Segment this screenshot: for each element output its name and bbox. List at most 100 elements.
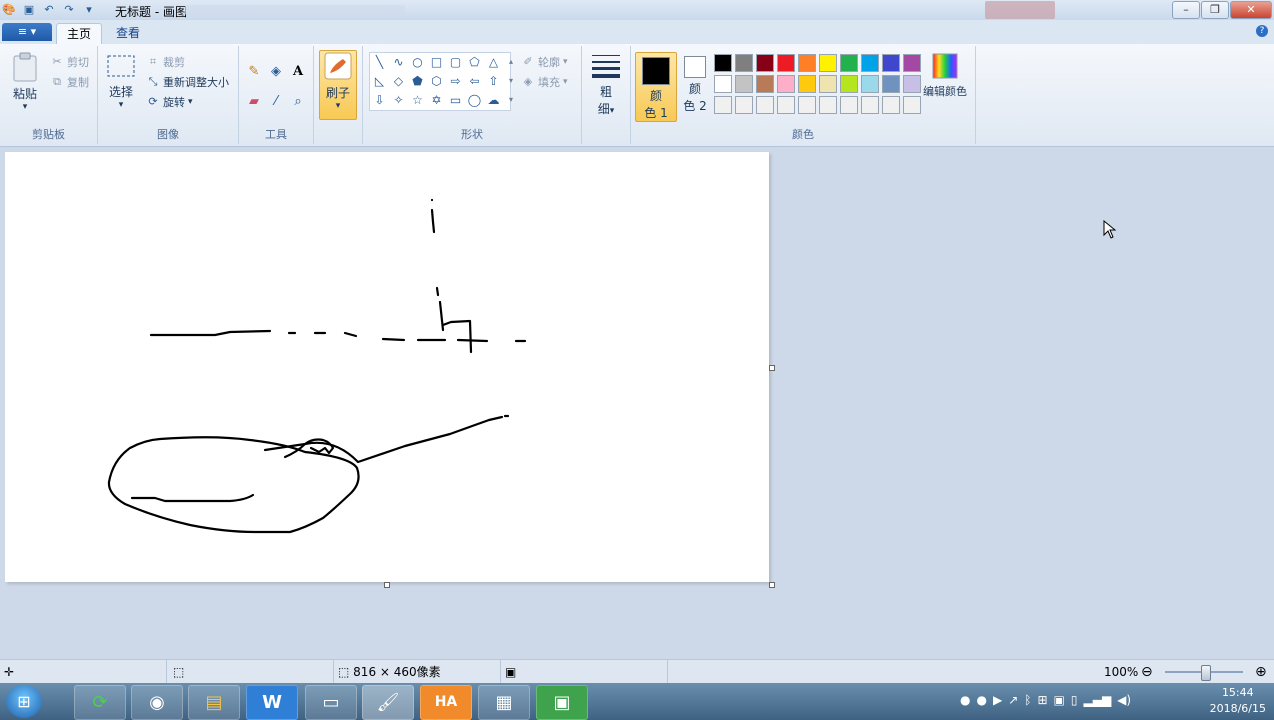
- five-point-star-shape-icon[interactable]: ☆: [408, 91, 427, 110]
- palette-swatch[interactable]: [735, 54, 753, 72]
- palette-swatch[interactable]: [840, 96, 858, 114]
- palette-swatch[interactable]: [756, 75, 774, 93]
- redo-icon[interactable]: ↷: [62, 3, 76, 17]
- palette-swatch[interactable]: [798, 75, 816, 93]
- bluetooth-icon[interactable]: ᛒ: [1024, 693, 1031, 707]
- palette-swatch[interactable]: [714, 75, 732, 93]
- color-2-button[interactable]: 颜 色 2: [675, 52, 715, 120]
- palette-swatch[interactable]: [777, 96, 795, 114]
- paint-app-icon[interactable]: 🎨: [2, 3, 16, 17]
- resize-button[interactable]: ⤡ 重新调整大小: [146, 74, 229, 90]
- customize-qat-icon[interactable]: ▾: [82, 3, 96, 17]
- palette-swatch[interactable]: [861, 54, 879, 72]
- fill-button[interactable]: ◈ 填充 ▾: [521, 74, 568, 90]
- paste-button[interactable]: 粘贴 ▾: [8, 52, 42, 112]
- taskbar-display-icon[interactable]: ▭: [305, 685, 357, 720]
- palette-swatch[interactable]: [882, 96, 900, 114]
- copy-button[interactable]: ⧉ 复制: [50, 74, 89, 90]
- four-point-star-shape-icon[interactable]: ✧: [389, 91, 408, 110]
- magnifier-icon[interactable]: ⌕: [288, 92, 308, 112]
- rotate-button[interactable]: ⟳ 旋转 ▾: [146, 94, 192, 110]
- resize-handle-bottom[interactable]: [384, 582, 390, 588]
- pentagon-shape-icon[interactable]: ⬟: [408, 72, 427, 91]
- taskbar-paint-icon[interactable]: 🖌: [362, 685, 414, 720]
- palette-swatch[interactable]: [882, 75, 900, 93]
- rectangle-shape-icon[interactable]: □: [427, 53, 446, 72]
- paint-menu-button[interactable]: ≡ ▾: [2, 23, 52, 41]
- polygon-shape-icon[interactable]: ⬠: [465, 53, 484, 72]
- eraser-icon[interactable]: ▰: [244, 92, 264, 112]
- palette-swatch[interactable]: [861, 96, 879, 114]
- palette-swatch[interactable]: [735, 75, 753, 93]
- cut-button[interactable]: ✂ 剪切: [50, 54, 89, 70]
- palette-swatch[interactable]: [882, 54, 900, 72]
- taskbar-app-window-icon[interactable]: ▦: [478, 685, 530, 720]
- taskbar-explorer-icon[interactable]: ▤: [188, 685, 240, 720]
- oval-shape-icon[interactable]: ○: [408, 53, 427, 72]
- shapes-gallery[interactable]: ╲ ∿ ○ □ ▢ ⬠ △ ◺ ◇ ⬟ ⬡ ⇨ ⇦ ⇧ ⇩ ✧ ☆ ✡ ▭ ◯ …: [369, 52, 511, 111]
- workspace[interactable]: [0, 147, 1274, 659]
- help-icon[interactable]: ?: [1256, 25, 1268, 37]
- drawing-canvas[interactable]: [5, 152, 769, 582]
- tray-play-icon[interactable]: ▶: [993, 693, 1002, 707]
- palette-swatch[interactable]: [777, 54, 795, 72]
- close-button[interactable]: ✕: [1230, 1, 1272, 19]
- palette-swatch[interactable]: [840, 75, 858, 93]
- palette-swatch[interactable]: [840, 54, 858, 72]
- up-arrow-shape-icon[interactable]: ⇧: [484, 72, 503, 91]
- right-triangle-shape-icon[interactable]: ◺: [370, 72, 389, 91]
- diamond-shape-icon[interactable]: ◇: [389, 72, 408, 91]
- hexagon-shape-icon[interactable]: ⬡: [427, 72, 446, 91]
- palette-swatch[interactable]: [735, 96, 753, 114]
- palette-swatch[interactable]: [819, 96, 837, 114]
- palette-swatch[interactable]: [714, 96, 732, 114]
- color-palette[interactable]: [714, 54, 921, 114]
- palette-swatch[interactable]: [903, 75, 921, 93]
- size-button[interactable]: 粗 细▾: [588, 52, 624, 117]
- color-picker-icon[interactable]: ⁄: [266, 92, 286, 112]
- triangle-shape-icon[interactable]: △: [484, 53, 503, 72]
- undo-icon[interactable]: ↶: [42, 3, 56, 17]
- select-button[interactable]: 选择 ▾: [104, 54, 138, 110]
- curve-shape-icon[interactable]: ∿: [389, 53, 408, 72]
- palette-swatch[interactable]: [798, 96, 816, 114]
- palette-swatch[interactable]: [756, 96, 774, 114]
- brush-button[interactable]: 刷子 ▾: [319, 50, 357, 120]
- palette-swatch[interactable]: [903, 96, 921, 114]
- taskbar-app-camera-icon[interactable]: ◉: [131, 685, 183, 720]
- taskbar-app-green-square-icon[interactable]: ▣: [536, 685, 588, 720]
- palette-swatch[interactable]: [819, 75, 837, 93]
- battery-icon[interactable]: ▯: [1071, 693, 1078, 707]
- left-arrow-shape-icon[interactable]: ⇦: [465, 72, 484, 91]
- rounded-rectangle-shape-icon[interactable]: ▢: [446, 53, 465, 72]
- shapes-scroll[interactable]: ▴ ▾ ▾: [509, 52, 517, 109]
- zoom-out-button[interactable]: ⊖: [1141, 660, 1153, 684]
- resize-handle-right[interactable]: [769, 365, 775, 371]
- tray-green-icon[interactable]: ●: [976, 693, 986, 707]
- maximize-button[interactable]: ❐: [1201, 1, 1229, 19]
- volume-icon[interactable]: ◀): [1117, 693, 1131, 707]
- palette-swatch[interactable]: [819, 54, 837, 72]
- edit-colors-button[interactable]: 编辑颜色: [920, 52, 970, 99]
- taskbar-app-green-icon[interactable]: ⟳: [74, 685, 126, 720]
- palette-swatch[interactable]: [714, 54, 732, 72]
- oval-callout-shape-icon[interactable]: ◯: [465, 91, 484, 110]
- down-arrow-shape-icon[interactable]: ⇩: [370, 91, 389, 110]
- tray-network-icon[interactable]: ⊞: [1037, 693, 1047, 707]
- right-arrow-shape-icon[interactable]: ⇨: [446, 72, 465, 91]
- tab-view[interactable]: 查看: [106, 23, 150, 44]
- save-icon[interactable]: ▣: [22, 3, 36, 17]
- palette-swatch[interactable]: [777, 75, 795, 93]
- tray-arrow-icon[interactable]: ↗: [1008, 693, 1018, 707]
- zoom-in-button[interactable]: ⊕: [1255, 660, 1267, 684]
- cloud-callout-shape-icon[interactable]: ☁: [484, 91, 503, 110]
- start-button[interactable]: ⊞: [6, 685, 42, 718]
- palette-swatch[interactable]: [903, 54, 921, 72]
- palette-swatch[interactable]: [756, 54, 774, 72]
- palette-swatch[interactable]: [798, 54, 816, 72]
- resize-handle-corner[interactable]: [769, 582, 775, 588]
- palette-swatch[interactable]: [861, 75, 879, 93]
- color-1-button[interactable]: 颜 色 1: [635, 52, 677, 122]
- six-point-star-shape-icon[interactable]: ✡: [427, 91, 446, 110]
- tray-red-icon[interactable]: ●: [960, 693, 970, 707]
